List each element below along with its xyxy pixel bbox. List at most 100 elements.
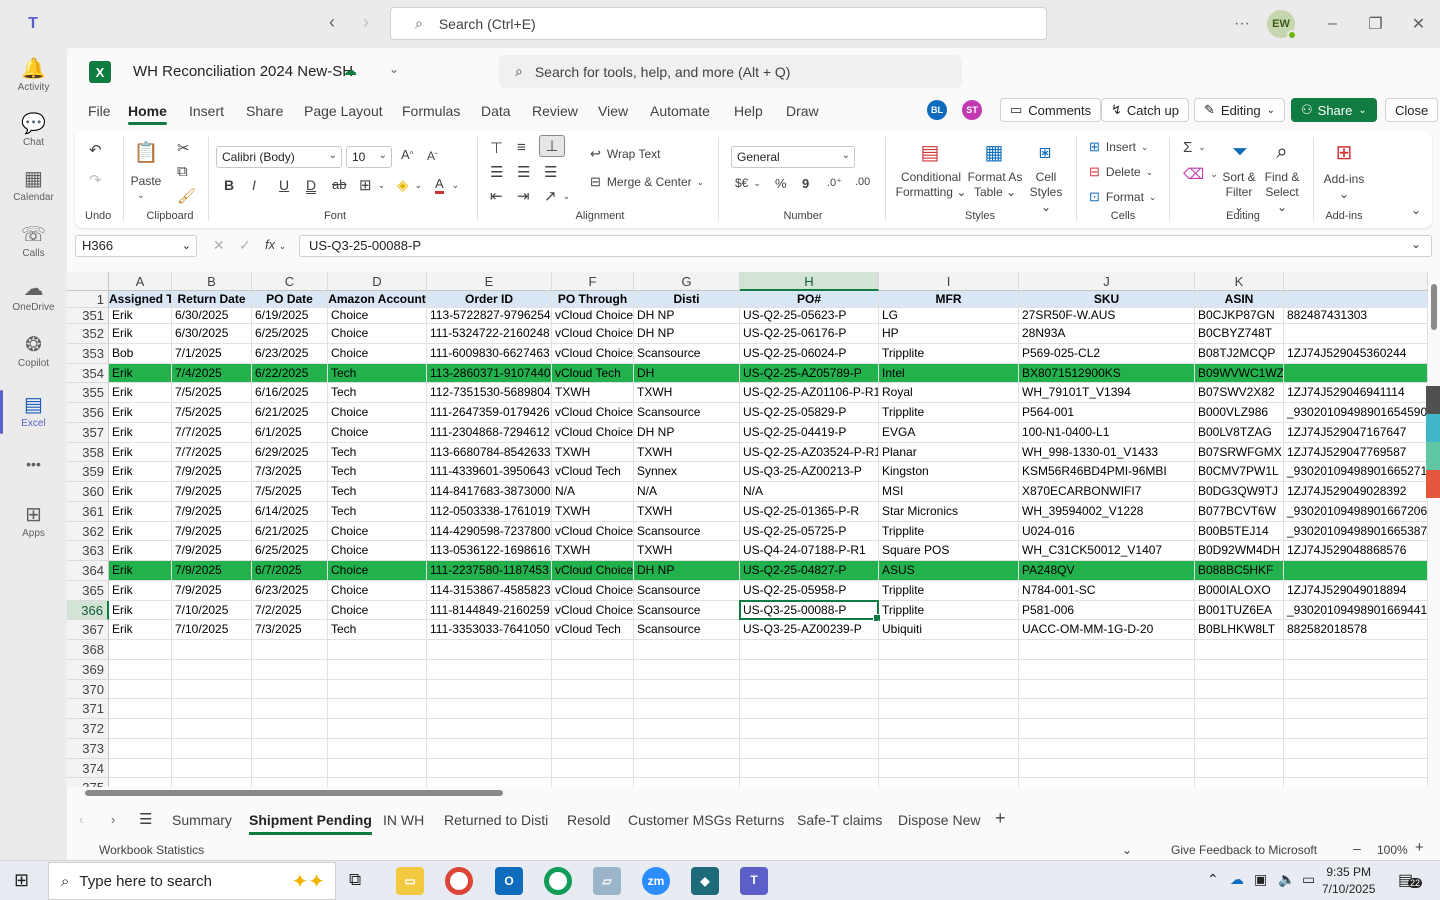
table-cell[interactable] xyxy=(172,679,252,700)
table-cell[interactable] xyxy=(328,640,427,660)
share-button[interactable]: ⚇ Share ⌄ xyxy=(1291,98,1377,122)
table-cell[interactable]: Tech xyxy=(328,482,427,502)
table-cell[interactable]: 111-2237580-1187453 xyxy=(427,561,552,581)
add-sheet-icon[interactable]: + xyxy=(995,808,1006,829)
table-cell[interactable] xyxy=(1019,679,1195,700)
tab-automate[interactable]: Automate xyxy=(650,103,710,119)
task-view-icon[interactable]: ⧉ xyxy=(349,870,361,890)
table-cell[interactable]: _930201094989016652713 xyxy=(1284,462,1428,482)
row-header[interactable]: 353 xyxy=(67,343,109,364)
table-cell[interactable]: N/A xyxy=(552,482,634,502)
table-cell[interactable]: 7/9/2025 xyxy=(172,501,252,522)
name-box[interactable]: H366 ⌄ xyxy=(75,235,197,257)
table-cell[interactable]: US-Q2-25-AZ05789-P xyxy=(740,363,879,384)
table-cell[interactable]: TXWH xyxy=(634,501,740,522)
table-cell[interactable]: B000IALOXO xyxy=(1195,580,1284,601)
row-header[interactable]: 369 xyxy=(67,659,109,680)
notifications-icon[interactable]: ▤ 22 xyxy=(1398,870,1423,890)
table-cell[interactable]: Star Micronics xyxy=(879,501,1019,522)
horizontal-scrollbar[interactable] xyxy=(67,787,1428,800)
table-cell[interactable] xyxy=(634,640,740,660)
collaborator-avatar[interactable]: BL xyxy=(927,100,947,120)
cell-styles-button[interactable]: Cell Styles ⌄ xyxy=(1025,170,1067,215)
table-cell[interactable]: B088BC5HKF xyxy=(1195,561,1284,581)
table-cell[interactable]: Scansource xyxy=(634,521,740,542)
table-cell[interactable]: 7/9/2025 xyxy=(172,580,252,601)
prev-sheet-icon[interactable]: ‹ xyxy=(79,812,83,827)
table-cell[interactable] xyxy=(552,719,634,739)
tab-view[interactable]: View xyxy=(598,103,628,119)
tool-search-input[interactable]: ⌕ Search for tools, help, and more (Alt +… xyxy=(499,55,962,88)
sheet-tab[interactable]: Safe-T claims xyxy=(797,812,882,828)
table-cell[interactable] xyxy=(1019,640,1195,660)
font-name-select[interactable]: Calibri (Body) ⌄ xyxy=(216,146,342,168)
table-cell[interactable]: N/A xyxy=(740,482,879,502)
table-cell[interactable]: Tech xyxy=(328,442,427,463)
table-cell[interactable]: US-Q3-25-AZ00213-P xyxy=(740,462,879,482)
number-format-select[interactable]: General ⌄ xyxy=(731,146,855,168)
table-cell[interactable]: Tech xyxy=(328,363,427,384)
windows-start-icon[interactable]: ⊞ xyxy=(14,870,29,891)
align-right-icon[interactable]: ☰ xyxy=(544,163,557,181)
column-title-cell[interactable]: PO Date xyxy=(252,291,328,308)
comments-button[interactable]: ▭ Comments xyxy=(1000,98,1102,122)
table-cell[interactable]: vCloud Choice xyxy=(552,580,634,601)
table-cell[interactable] xyxy=(109,699,172,719)
table-cell[interactable]: 111-2304868-7294612 xyxy=(427,422,552,443)
table-cell[interactable]: US-Q2-25-06024-P xyxy=(740,343,879,364)
table-cell[interactable] xyxy=(427,719,552,739)
table-cell[interactable]: B001TUZ6EA xyxy=(1195,600,1284,621)
table-cell[interactable] xyxy=(740,679,879,700)
table-cell[interactable]: 7/5/2025 xyxy=(172,403,252,423)
table-cell[interactable]: _930201094989016653879 xyxy=(1284,521,1428,542)
table-cell[interactable] xyxy=(427,758,552,779)
column-header[interactable]: E xyxy=(427,272,552,291)
zoom-out-icon[interactable]: – xyxy=(1353,840,1361,856)
table-cell[interactable] xyxy=(879,679,1019,700)
table-cell[interactable] xyxy=(427,738,552,759)
table-cell[interactable]: 113-5722827-9796254 xyxy=(427,308,552,324)
table-cell[interactable]: vCloud Choice xyxy=(552,561,634,581)
table-cell[interactable] xyxy=(109,679,172,700)
onedrive-icon[interactable]: ☁ xyxy=(1230,871,1244,888)
percent-format-button[interactable]: % xyxy=(775,176,787,191)
table-cell[interactable] xyxy=(879,719,1019,739)
table-cell[interactable]: US-Q2-25-06176-P xyxy=(740,324,879,344)
chrome-icon[interactable] xyxy=(445,867,473,895)
table-cell[interactable]: Erik xyxy=(109,482,172,502)
table-cell[interactable]: WH_C31CK50012_V1407 xyxy=(1019,541,1195,561)
table-cell[interactable]: Choice xyxy=(328,561,427,581)
table-cell[interactable]: 882487431303 xyxy=(1284,308,1428,324)
table-cell[interactable]: US-Q3-25-AZ00239-P xyxy=(740,620,879,640)
table-cell[interactable] xyxy=(1284,659,1428,680)
table-cell[interactable]: 111-4339601-3950643 xyxy=(427,462,552,482)
table-cell[interactable]: 7/9/2025 xyxy=(172,482,252,502)
table-cell[interactable]: 6/19/2025 xyxy=(252,308,328,324)
table-cell[interactable]: 6/16/2025 xyxy=(252,383,328,403)
table-cell[interactable]: vCloud Choice xyxy=(552,308,634,324)
table-cell[interactable]: DH NP xyxy=(634,422,740,443)
table-cell[interactable] xyxy=(1195,659,1284,680)
table-cell[interactable]: B07SWV2X82 xyxy=(1195,383,1284,403)
table-cell[interactable]: US-Q4-24-07188-P-R1 xyxy=(740,541,879,561)
zoom-level[interactable]: 100% xyxy=(1377,843,1408,857)
table-cell[interactable] xyxy=(552,758,634,779)
table-cell[interactable] xyxy=(172,758,252,779)
table-cell[interactable]: US-Q2-25-AZ03524-P-R1 xyxy=(740,442,879,463)
rail-item-copilot[interactable]: ❂ Copilot xyxy=(0,332,67,369)
row-header[interactable]: 1 xyxy=(67,291,109,308)
column-header[interactable]: D xyxy=(328,272,427,291)
table-cell[interactable]: Choice xyxy=(328,422,427,443)
table-cell[interactable] xyxy=(552,738,634,759)
rail-item-chat[interactable]: 💬 Chat xyxy=(0,111,67,148)
editing-mode-button[interactable]: ✎ Editing ⌄ xyxy=(1194,98,1286,122)
network-icon[interactable]: ▭ xyxy=(1302,871,1315,888)
table-cell[interactable] xyxy=(328,679,427,700)
table-cell[interactable]: LG xyxy=(879,308,1019,324)
table-cell[interactable]: Erik xyxy=(109,561,172,581)
table-cell[interactable]: 7/9/2025 xyxy=(172,521,252,542)
format-as-table-icon[interactable]: ▦ xyxy=(979,139,1009,165)
undo-icon[interactable]: ↶ xyxy=(89,141,102,159)
column-title-cell[interactable]: Order ID xyxy=(427,291,552,308)
rail-item-calendar[interactable]: ▦ Calendar xyxy=(0,166,67,203)
